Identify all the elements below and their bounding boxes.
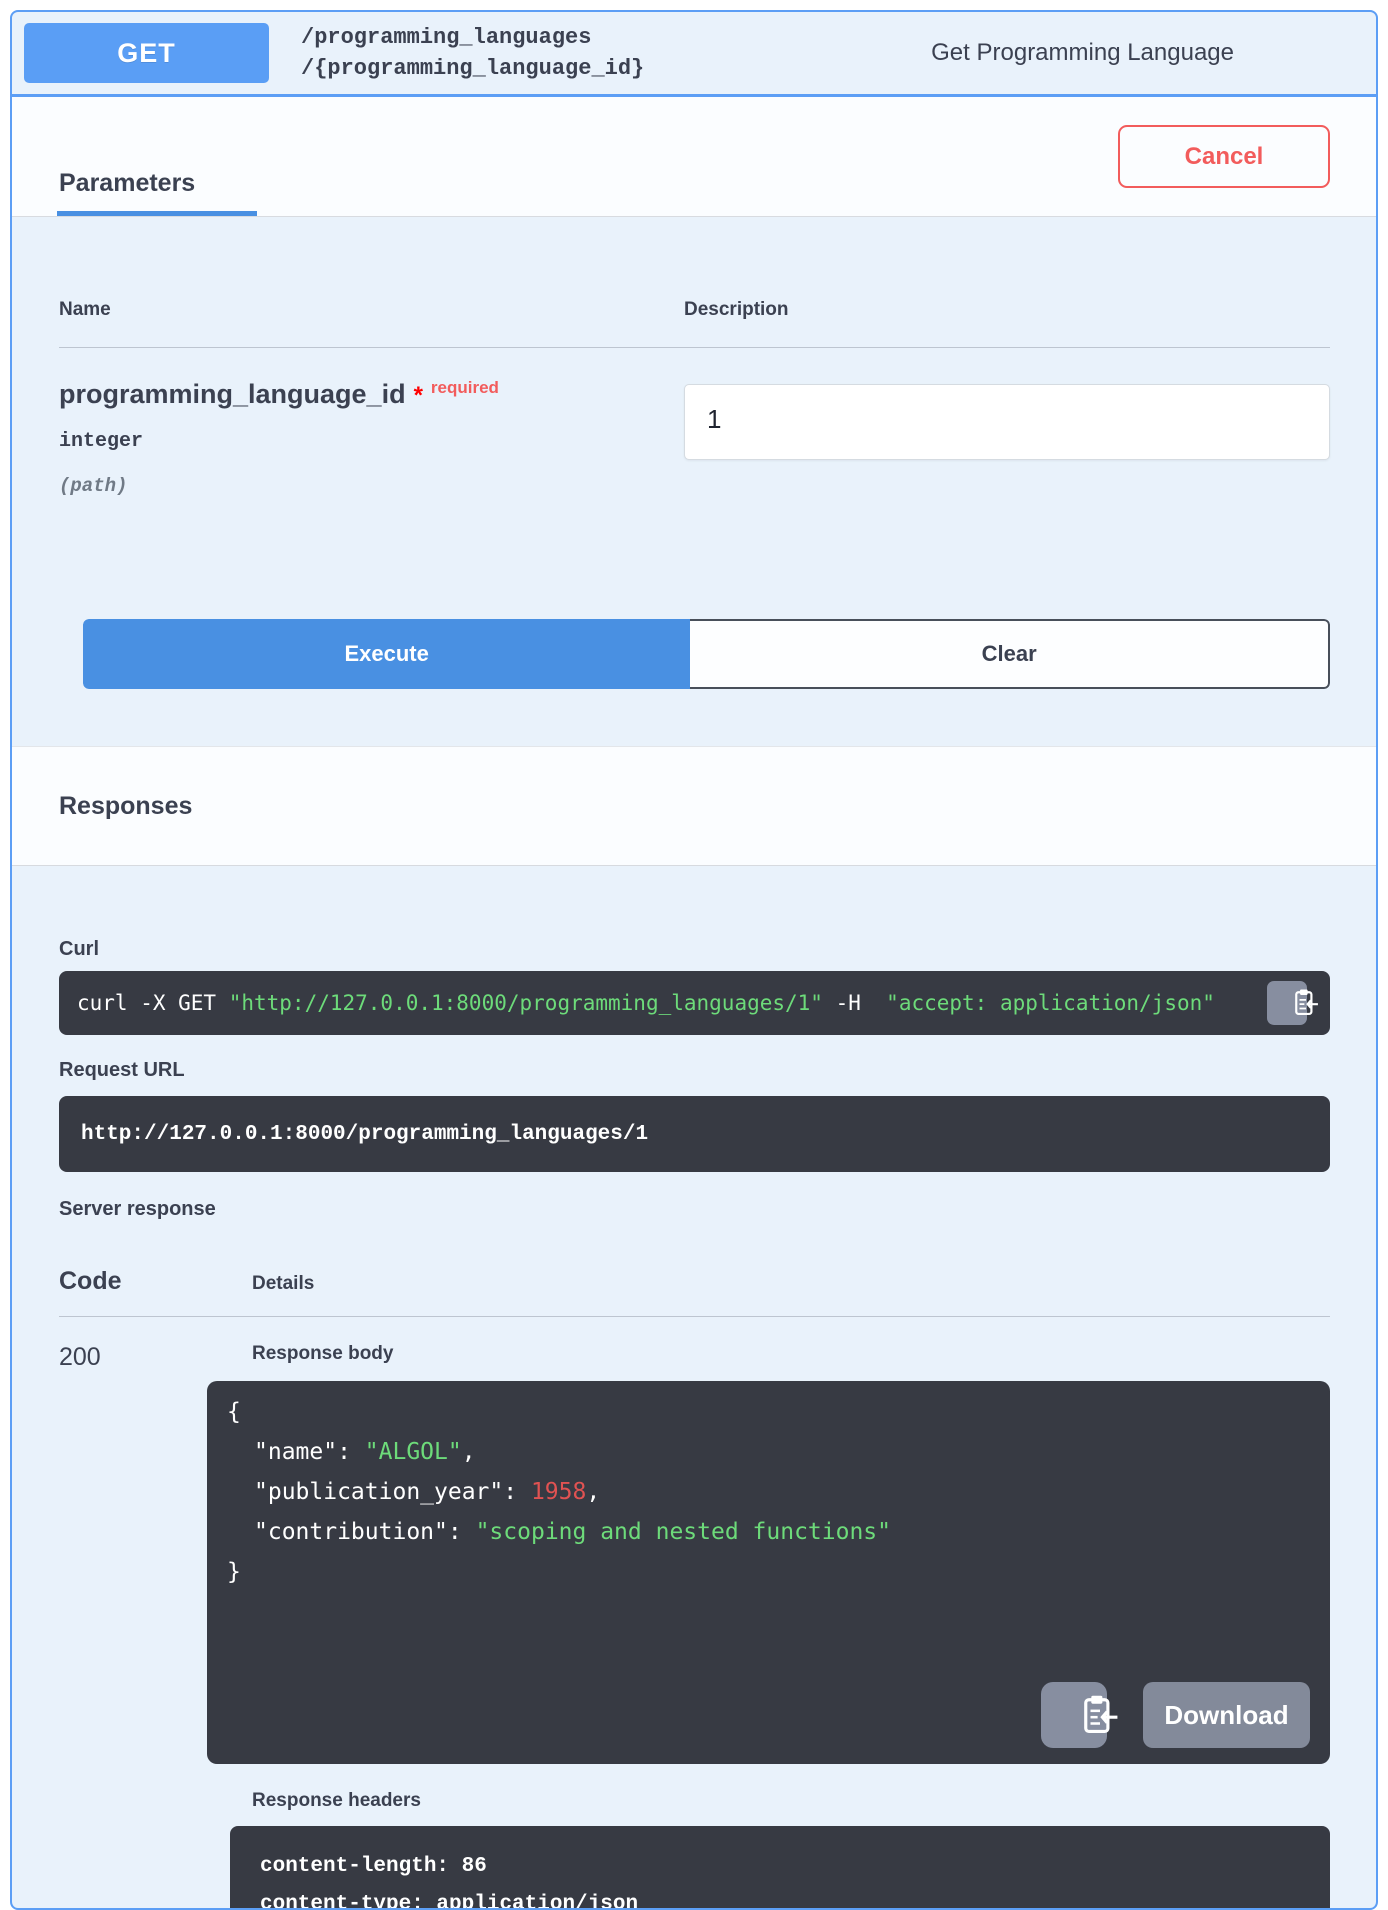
parameters-area: Name Description programming_language_id… (12, 299, 1376, 746)
parameters-table-header: Name Description (59, 299, 1330, 321)
json-line-publication-year: "publication_year": 1958, (227, 1472, 1330, 1512)
response-header-content-type: content-type: application/json (260, 1886, 1330, 1910)
json-string-value: "scoping and nested functions" (476, 1519, 891, 1545)
tab-parameters[interactable]: Parameters (57, 169, 257, 216)
curl-cmd: curl -X GET (77, 991, 229, 1015)
response-body-label: Response body (252, 1343, 393, 1364)
curl-url: "http://127.0.0.1:8000/programming_langu… (229, 991, 823, 1015)
response-headers-block: content-length: 86content-type: applicat… (230, 1826, 1330, 1910)
copy-response-button[interactable] (1041, 1682, 1107, 1748)
curl-label: Curl (59, 938, 1330, 961)
server-response-label: Server response (59, 1198, 1330, 1221)
responses-section-header: Responses (12, 746, 1376, 866)
response-header-content-length: content-length: 86 (260, 1848, 1330, 1886)
parameter-value-cell (684, 378, 1330, 497)
curl-accept-header: "accept: application/json" (886, 991, 1215, 1015)
json-line-contribution: "contribution": "scoping and nested func… (227, 1512, 1330, 1552)
json-key: "contribution" (254, 1519, 448, 1545)
clear-button[interactable]: Clear (690, 619, 1330, 689)
code-column-header: Code (59, 1267, 252, 1296)
json-comma: , (462, 1439, 476, 1465)
endpoint-path-line2: /{programming_language_id} (301, 53, 644, 84)
request-url-block: http://127.0.0.1:8000/programming_langua… (59, 1096, 1330, 1172)
server-response-table-header: Code Details (59, 1267, 1330, 1296)
json-key: "publication_year" (254, 1479, 503, 1505)
parameters-section-header: Parameters Cancel (12, 97, 1376, 217)
description-column-header: Description (684, 299, 789, 321)
endpoint-path-line1: /programming_languages (301, 22, 644, 53)
json-open-brace: { (227, 1392, 1330, 1432)
operation-summary[interactable]: GET /programming_languages /{programming… (12, 12, 1376, 97)
cancel-button[interactable]: Cancel (1118, 125, 1330, 188)
parameter-info: programming_language_id * required integer… (59, 378, 684, 497)
clipboard-arrow-icon (1255, 972, 1318, 1035)
parameter-location: (path) (59, 475, 684, 497)
parameter-type: integer (59, 430, 684, 453)
required-label: required (431, 378, 499, 397)
parameter-row: programming_language_id * required integer… (59, 378, 1330, 497)
response-details: Response body {"name": "ALGOL","publicat… (252, 1343, 1330, 1910)
table-header-divider (59, 347, 1330, 348)
required-asterisk: * (414, 382, 423, 409)
json-string-value: "ALGOL" (365, 1439, 462, 1465)
name-column-header: Name (59, 299, 684, 321)
json-colon: : (503, 1479, 531, 1505)
response-headers-label: Response headers (252, 1790, 1330, 1812)
endpoint-path: /programming_languages /{programming_lan… (301, 22, 644, 84)
response-row-200: 200 Response body {"name": "ALGOL","publ… (59, 1343, 1330, 1910)
download-button[interactable]: Download (1143, 1682, 1310, 1748)
json-key: "name" (254, 1439, 337, 1465)
operation-title: Get Programming Language (931, 39, 1234, 67)
responses-area: Curl curl -X GET "http://127.0.0.1:8000/… (12, 866, 1376, 1910)
json-colon: : (448, 1519, 476, 1545)
parameter-value-input[interactable] (684, 384, 1330, 460)
request-url-label: Request URL (59, 1059, 1330, 1082)
http-method-badge[interactable]: GET (24, 23, 269, 83)
execute-button[interactable]: Execute (83, 619, 690, 689)
copy-to-clipboard-button[interactable] (1267, 981, 1307, 1025)
operation-block-get: GET /programming_languages /{programming… (10, 10, 1378, 1910)
curl-flag: -H (823, 991, 886, 1015)
json-colon: : (337, 1439, 365, 1465)
execute-button-group: Execute Clear (83, 619, 1330, 689)
json-line-name: "name": "ALGOL", (227, 1432, 1330, 1472)
server-response-divider (59, 1316, 1330, 1317)
parameter-name: programming_language_id (59, 379, 406, 409)
json-close-brace: } (227, 1552, 1330, 1592)
responses-title: Responses (59, 792, 192, 821)
details-column-header: Details (252, 1273, 314, 1295)
json-number-value: 1958 (531, 1479, 586, 1505)
json-comma: , (586, 1479, 600, 1505)
curl-command-block: curl -X GET "http://127.0.0.1:8000/progr… (59, 971, 1330, 1035)
clipboard-arrow-icon (1029, 1678, 1119, 1753)
response-body-block: {"name": "ALGOL","publication_year": 195… (207, 1381, 1330, 1764)
